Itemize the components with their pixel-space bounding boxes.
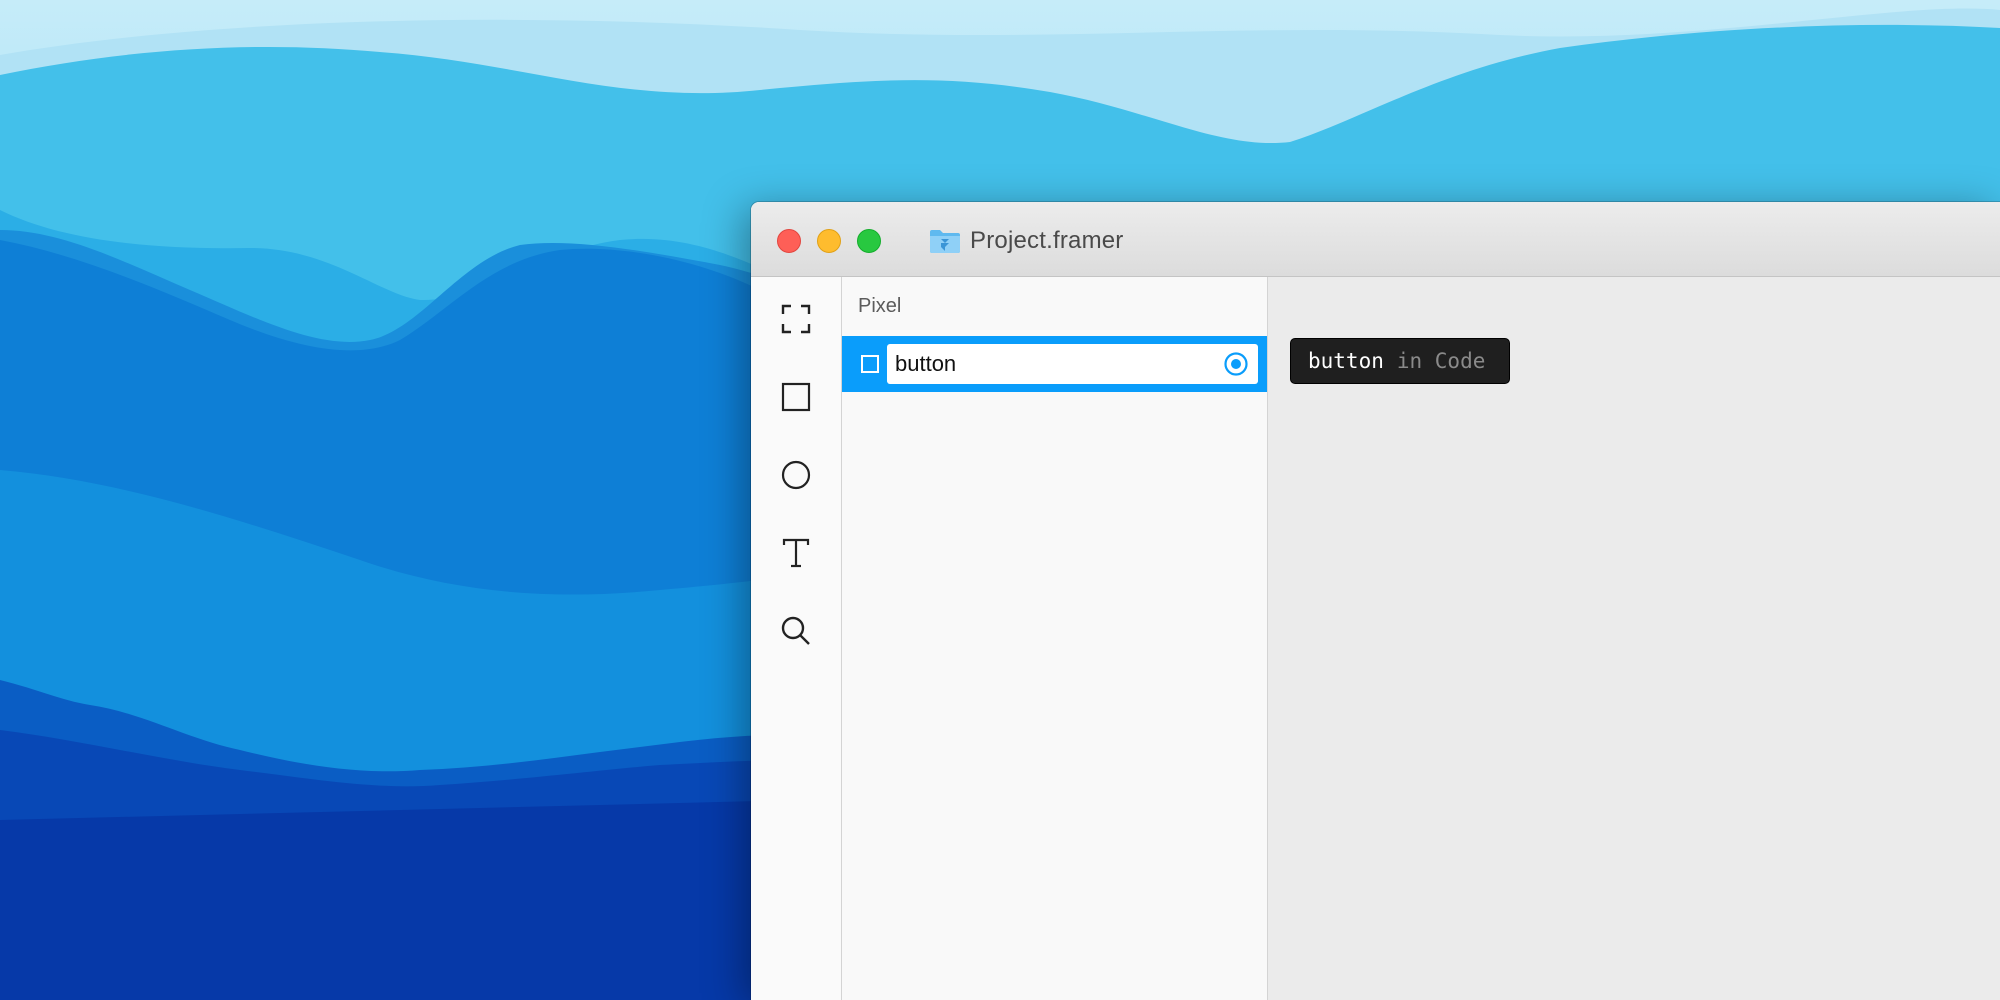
layer-name-input[interactable] [887,344,1258,384]
code-tag-suffix: in Code [1396,349,1486,373]
layers-panel-title: Pixel [858,295,902,317]
layers-panel: Pixel [842,277,1268,1000]
layer-row-selected[interactable] [842,336,1267,392]
framer-folder-icon [929,228,961,254]
circle-icon [781,460,811,490]
frame-corners-icon [781,304,811,334]
rectangle-tool-button[interactable] [779,380,813,414]
document-title: Project.framer [929,226,1124,256]
canvas-area[interactable]: button in Code [1268,277,2000,1000]
layer-type-square-icon[interactable] [861,355,879,373]
tools-sidebar [751,277,842,1000]
magnifier-icon [781,616,810,645]
search-tool-button[interactable] [779,614,813,648]
oval-tool-button[interactable] [779,458,813,492]
app-window: Project.framer Pixel button button in Co… [751,202,2000,1000]
frame-tool-button[interactable] [779,302,813,336]
title-bar[interactable]: Project.framer [751,202,2000,277]
target-icon[interactable] [1223,351,1249,377]
close-button[interactable] [777,229,801,253]
minimize-button[interactable] [817,229,841,253]
rectangle-icon [781,382,811,412]
text-t-icon [782,538,810,568]
window-title: Project.framer [970,227,1124,254]
code-reference-tag: button in Code [1290,338,1510,384]
text-tool-button[interactable] [779,536,813,570]
zoom-button[interactable] [857,229,881,253]
code-tag-layer-name: button [1308,349,1384,373]
